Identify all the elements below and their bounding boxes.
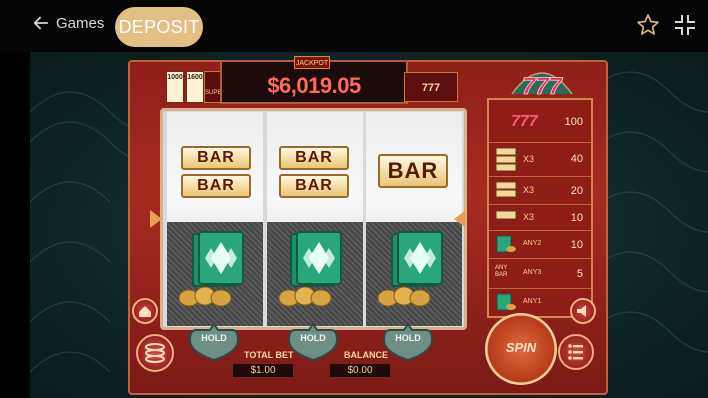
sound-button[interactable] bbox=[570, 298, 596, 324]
back-label: Games bbox=[56, 14, 105, 32]
cards-icon bbox=[391, 231, 443, 287]
coins-icon bbox=[377, 286, 431, 307]
reel-1: BAR BAR bbox=[167, 112, 263, 326]
cards-icon bbox=[495, 293, 517, 311]
paytable-mult: ANY1 bbox=[523, 298, 542, 305]
svg-text:777: 777 bbox=[522, 73, 564, 100]
bar-icon bbox=[495, 210, 517, 228]
hold-label: HOLD bbox=[201, 333, 227, 343]
sevens-badge: 777 bbox=[404, 72, 458, 102]
paytable-row: X3 20 bbox=[489, 176, 591, 204]
shrink-icon[interactable] bbox=[673, 13, 697, 37]
paytable-row: X3 40 bbox=[489, 142, 591, 176]
balance-label: BALANCE bbox=[344, 350, 388, 360]
deposit-button[interactable]: DEPOSIT bbox=[115, 7, 203, 47]
paytable-pay: 40 bbox=[570, 153, 583, 165]
reel-2: BAR BAR bbox=[267, 112, 363, 326]
cards-icon bbox=[192, 231, 244, 287]
spin-label: SPIN bbox=[505, 340, 537, 355]
bar-symbol: BAR bbox=[378, 154, 448, 188]
balance-value: $0.00 bbox=[329, 363, 391, 378]
payline-left-marker bbox=[150, 210, 162, 228]
paytable-symbol: 777 bbox=[511, 113, 538, 130]
arrow-left-icon bbox=[33, 16, 49, 30]
paytable-mult: X3 bbox=[523, 212, 535, 222]
bar-symbol: BAR bbox=[181, 146, 251, 170]
top-bar: Games DEPOSIT bbox=[0, 0, 708, 52]
paytable-row: 777 100 bbox=[489, 112, 591, 136]
paytable-pay: 10 bbox=[570, 239, 583, 251]
cards-icon bbox=[290, 231, 342, 287]
bar-symbol: BAR bbox=[279, 174, 349, 198]
hold-label: HOLD bbox=[300, 333, 326, 343]
paytable-pay: 100 bbox=[564, 116, 583, 128]
menu-icon bbox=[568, 344, 583, 360]
mode-1600-badge[interactable]: 1600 bbox=[186, 71, 204, 103]
bar-stack-icon bbox=[495, 181, 517, 199]
cards-icon bbox=[495, 235, 517, 253]
coins-icon bbox=[278, 286, 332, 307]
coin-stack-icon bbox=[145, 343, 165, 363]
jackpot-label: JACKPOT bbox=[294, 56, 330, 69]
payline-right-marker bbox=[454, 210, 466, 228]
coins-icon bbox=[178, 286, 232, 307]
home-button[interactable] bbox=[132, 298, 158, 324]
paytable-pay: 10 bbox=[570, 212, 583, 224]
bar-symbol: BAR bbox=[279, 146, 349, 170]
paytable-row: X3 10 bbox=[489, 204, 591, 230]
paytable-pay: 5 bbox=[576, 268, 583, 280]
paytable-mult: ANY3 bbox=[523, 269, 542, 276]
paytable-mult: ANY2 bbox=[523, 240, 542, 247]
paytable-mult: X3 bbox=[523, 154, 535, 164]
bar-stack-icon bbox=[495, 147, 517, 173]
reel-3: BAR bbox=[366, 112, 462, 326]
paytable-row: ANY BAR ANY3 5 bbox=[489, 258, 591, 288]
menu-button[interactable] bbox=[558, 334, 594, 370]
jackpot-value: $6,019.05 bbox=[267, 73, 361, 98]
star-icon[interactable] bbox=[636, 13, 660, 37]
mode-1000-badge[interactable]: 1000 bbox=[166, 71, 184, 103]
hold-label: HOLD bbox=[395, 333, 421, 343]
speaker-icon bbox=[577, 305, 586, 317]
paytable-row: ANY2 10 bbox=[489, 230, 591, 258]
paytable-symbol: ANY BAR bbox=[495, 265, 508, 278]
paytable: 777 100 X3 40 X3 20 X3 10 ANY2 10 ANY BA… bbox=[487, 98, 593, 318]
bet-level-button[interactable] bbox=[136, 334, 174, 372]
home-icon bbox=[139, 306, 151, 317]
total-bet-value: $1.00 bbox=[232, 363, 294, 378]
total-bet-label: TOTAL BET bbox=[244, 350, 294, 360]
bar-symbol: BAR bbox=[181, 174, 251, 198]
paytable-pay: 20 bbox=[570, 185, 583, 197]
back-to-games-link[interactable]: Games bbox=[32, 14, 104, 32]
paytable-mult: X3 bbox=[523, 185, 535, 195]
